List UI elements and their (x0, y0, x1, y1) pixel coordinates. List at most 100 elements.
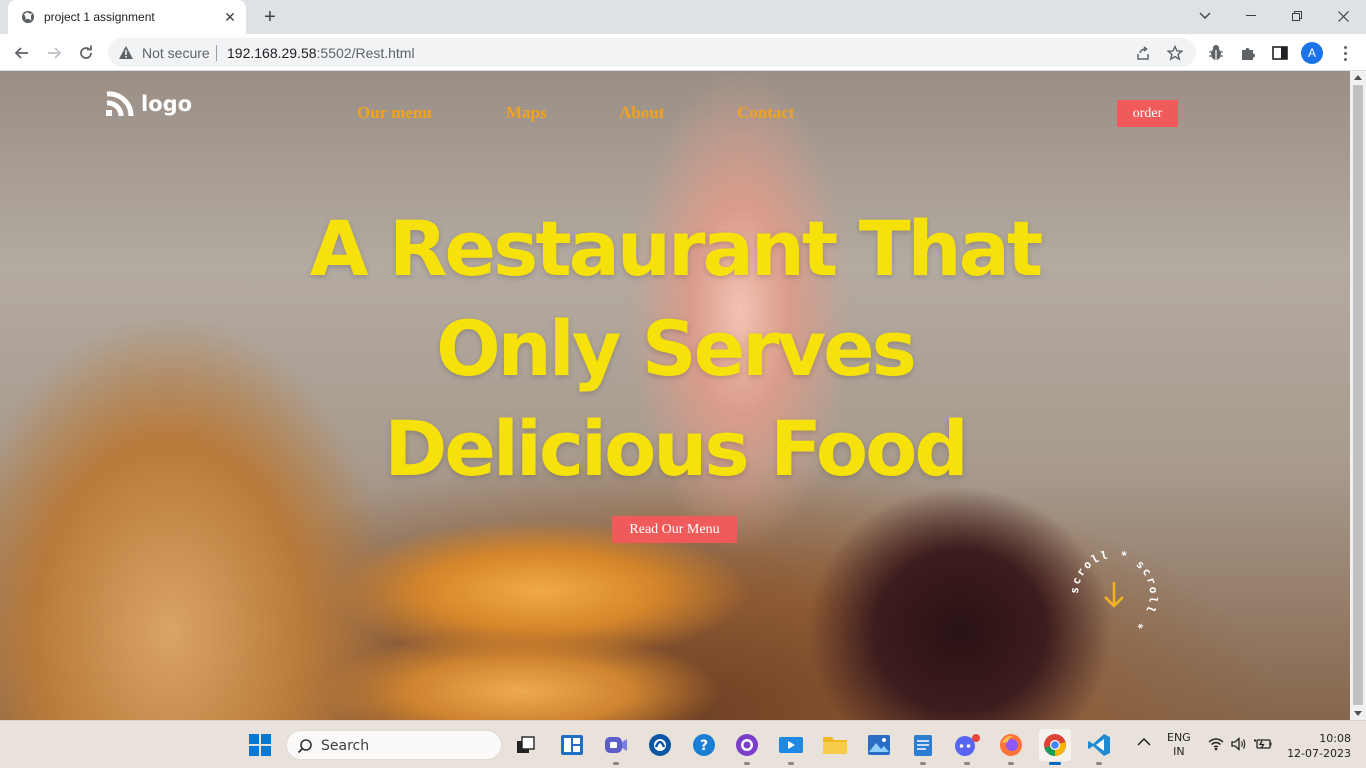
file-explorer-button[interactable] (819, 729, 851, 761)
extensions-menu-button[interactable] (1237, 42, 1259, 64)
arrow-down-icon (1104, 582, 1124, 608)
forward-button[interactable] (40, 39, 68, 67)
arrow-right-icon (48, 47, 62, 59)
chrome-icon (1044, 734, 1066, 756)
windows-taskbar: Search ? ENG IN 10:08 12-07-2023 (0, 720, 1366, 768)
search-icon (297, 739, 312, 754)
language-region: IN (1173, 745, 1185, 758)
new-tab-button[interactable]: + (258, 6, 282, 28)
hero-line-2: Only Serves (436, 304, 917, 393)
edge-store-icon (649, 734, 671, 756)
vscode-button[interactable] (1083, 729, 1115, 765)
volume-icon (1231, 737, 1246, 751)
puzzle-icon (1242, 48, 1255, 60)
minimize-button[interactable] (1228, 0, 1274, 32)
tab-title: project 1 assignment (44, 10, 155, 24)
media-player-button[interactable] (775, 729, 807, 765)
hero-line-1: A Restaurant That (309, 204, 1044, 293)
taskbar-clock[interactable]: 10:08 12-07-2023 (1283, 731, 1351, 761)
minimize-icon (1246, 15, 1256, 16)
task-view-button[interactable] (510, 729, 542, 761)
profile-avatar[interactable]: A (1301, 42, 1323, 64)
globe-icon (21, 10, 35, 24)
warning-icon[interactable] (118, 45, 134, 60)
teams-chat-button[interactable] (600, 729, 632, 765)
taskbar-search[interactable]: Search (286, 730, 502, 760)
nav-link-contact[interactable]: Contact (737, 103, 795, 123)
teams-chat-icon (605, 737, 627, 753)
widgets-icon (561, 735, 583, 755)
scroll-up-arrow[interactable] (1354, 75, 1362, 80)
security-label[interactable]: Not secure (142, 45, 210, 61)
reload-button[interactable] (72, 39, 100, 67)
github-desktop-button[interactable] (731, 729, 763, 765)
nav-link-our-menu[interactable]: Our menu (357, 103, 432, 123)
close-icon (1337, 10, 1349, 22)
chevron-up-icon[interactable] (1137, 737, 1151, 746)
back-button[interactable] (8, 39, 36, 67)
page-scrollbar[interactable] (1350, 71, 1366, 720)
omnibox-divider (216, 45, 217, 61)
scroll-down-arrow[interactable] (1354, 711, 1362, 716)
task-view-icon (517, 736, 535, 753)
photos-button[interactable] (863, 729, 895, 761)
nav-link-maps[interactable]: Maps (506, 103, 547, 123)
restore-icon (1292, 11, 1302, 21)
widgets-button[interactable] (556, 729, 588, 761)
extension-button[interactable] (1205, 42, 1227, 64)
battery-icon (1254, 739, 1272, 749)
tab-strip: project 1 assignment ✕ + (0, 0, 1366, 34)
close-tab-icon[interactable]: ✕ (222, 9, 238, 25)
scrollbar-thumb[interactable] (1353, 85, 1363, 705)
folder-icon (823, 737, 847, 754)
system-tray[interactable] (1208, 737, 1272, 751)
share-button[interactable] (1134, 44, 1152, 62)
chrome-button[interactable] (1039, 729, 1071, 765)
bug-icon (1209, 45, 1223, 60)
vscode-icon (1088, 734, 1110, 756)
order-button[interactable]: order (1117, 100, 1178, 127)
share-icon (1137, 46, 1149, 60)
search-placeholder: Search (321, 738, 370, 754)
bookmark-button[interactable] (1166, 44, 1184, 62)
browser-toolbar: Not secure 192.168.29.58:5502/Rest.html … (0, 34, 1366, 71)
start-button[interactable] (244, 729, 276, 761)
star-icon (1167, 45, 1183, 61)
kebab-menu-icon[interactable] (1335, 42, 1355, 64)
discord-icon (955, 734, 980, 756)
close-window-button[interactable] (1320, 0, 1366, 32)
site-logo[interactable]: logo (105, 90, 192, 118)
browser-tab[interactable]: project 1 assignment ✕ (8, 0, 246, 34)
rss-logo-icon (106, 91, 134, 117)
clock-date: 12-07-2023 (1287, 747, 1351, 760)
get-help-button[interactable]: ? (688, 729, 720, 761)
nav-link-about[interactable]: About (619, 103, 664, 123)
page-viewport: logo Our menu Maps About Contact order A… (0, 71, 1350, 720)
arrow-left-icon (14, 47, 28, 59)
reload-icon (80, 45, 92, 59)
clock-time: 10:08 (1319, 732, 1351, 745)
windows-start-icon (249, 734, 271, 756)
discord-button[interactable] (951, 729, 983, 765)
language-indicator[interactable]: ENG IN (1167, 731, 1191, 759)
scroll-badge[interactable]: scroll * scroll * (1066, 546, 1162, 642)
hero-line-3: Delicious Food (384, 404, 969, 493)
side-panel-button[interactable] (1269, 42, 1291, 64)
wifi-icon (1208, 738, 1224, 751)
read-menu-button[interactable]: Read Our Menu (612, 516, 737, 543)
url-path: :5502/Rest.html (316, 45, 415, 61)
maximize-button[interactable] (1274, 0, 1320, 32)
logo-text: logo (141, 92, 193, 116)
media-player-icon (779, 737, 803, 753)
notepad-button[interactable] (907, 729, 939, 765)
site-navbar: logo Our menu Maps About Contact order (0, 71, 1350, 151)
firefox-icon (1000, 734, 1022, 756)
store-button[interactable] (644, 729, 676, 761)
svg-text:?: ? (700, 738, 708, 754)
side-panel-icon (1272, 46, 1288, 60)
tab-search-button[interactable] (1182, 0, 1228, 32)
address-bar[interactable]: Not secure 192.168.29.58:5502/Rest.html (108, 38, 1196, 67)
hero-title: A Restaurant That Only Serves Delicious … (0, 199, 1350, 499)
firefox-button[interactable] (995, 729, 1027, 765)
url-text[interactable]: 192.168.29.58:5502/Rest.html (227, 45, 415, 61)
